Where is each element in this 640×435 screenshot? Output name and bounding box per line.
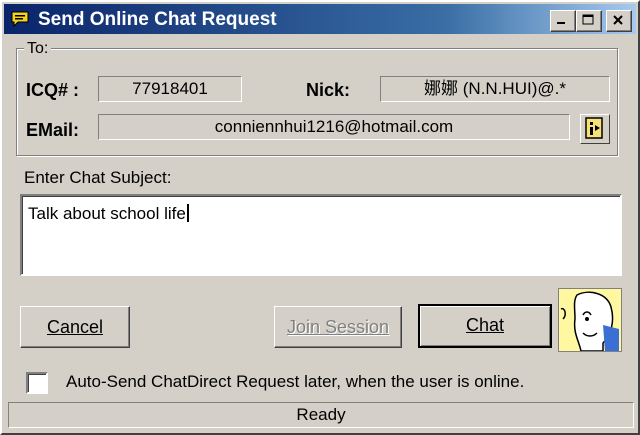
to-group-legend: To: bbox=[24, 40, 52, 58]
email-field[interactable]: conniennhui1216@hotmail.com bbox=[98, 114, 570, 140]
chat-subject-textarea[interactable]: Talk about school life bbox=[20, 194, 622, 276]
nick-label: Nick: bbox=[306, 80, 351, 100]
status-bar: Ready bbox=[8, 402, 634, 428]
minimize-button[interactable] bbox=[550, 10, 576, 32]
user-info-button[interactable] bbox=[580, 114, 610, 144]
maximize-button[interactable] bbox=[576, 10, 602, 32]
chat-request-window: Send Online Chat Request To: ICQ# : 7791… bbox=[0, 0, 640, 435]
window-title: Send Online Chat Request bbox=[38, 9, 277, 30]
minimize-icon bbox=[557, 22, 565, 24]
cancel-button[interactable]: Cancel bbox=[20, 306, 130, 348]
join-session-button[interactable]: Join Session bbox=[274, 306, 402, 348]
chat-bubble-icon bbox=[10, 10, 30, 28]
close-icon bbox=[613, 15, 623, 25]
chat-button-label: Chat bbox=[465, 315, 505, 335]
chat-subject-text: Talk about school life bbox=[28, 204, 186, 223]
icq-label: ICQ# : bbox=[26, 80, 80, 100]
chat-button[interactable]: Chat bbox=[418, 304, 552, 348]
user-avatar bbox=[558, 288, 622, 352]
icq-number-field[interactable]: 77918401 bbox=[98, 76, 242, 102]
close-button[interactable] bbox=[606, 10, 632, 32]
chat-subject-label: Enter Chat Subject: bbox=[24, 168, 172, 187]
maximize-icon bbox=[582, 14, 594, 25]
cancel-button-label: Cancel bbox=[46, 317, 104, 337]
title-bar[interactable]: Send Online Chat Request bbox=[4, 4, 636, 34]
auto-send-label[interactable]: Auto-Send ChatDirect Request later, when… bbox=[66, 372, 524, 392]
nick-field[interactable]: 娜娜 (N.N.HUI)@.* bbox=[380, 76, 610, 102]
join-session-button-label: Join Session bbox=[286, 317, 390, 337]
email-label: EMail: bbox=[26, 120, 80, 140]
user-info-icon bbox=[585, 117, 603, 139]
text-caret bbox=[186, 204, 189, 222]
auto-send-checkbox[interactable] bbox=[26, 372, 48, 394]
status-text: Ready bbox=[296, 405, 346, 424]
avatar-face-icon bbox=[559, 289, 621, 351]
